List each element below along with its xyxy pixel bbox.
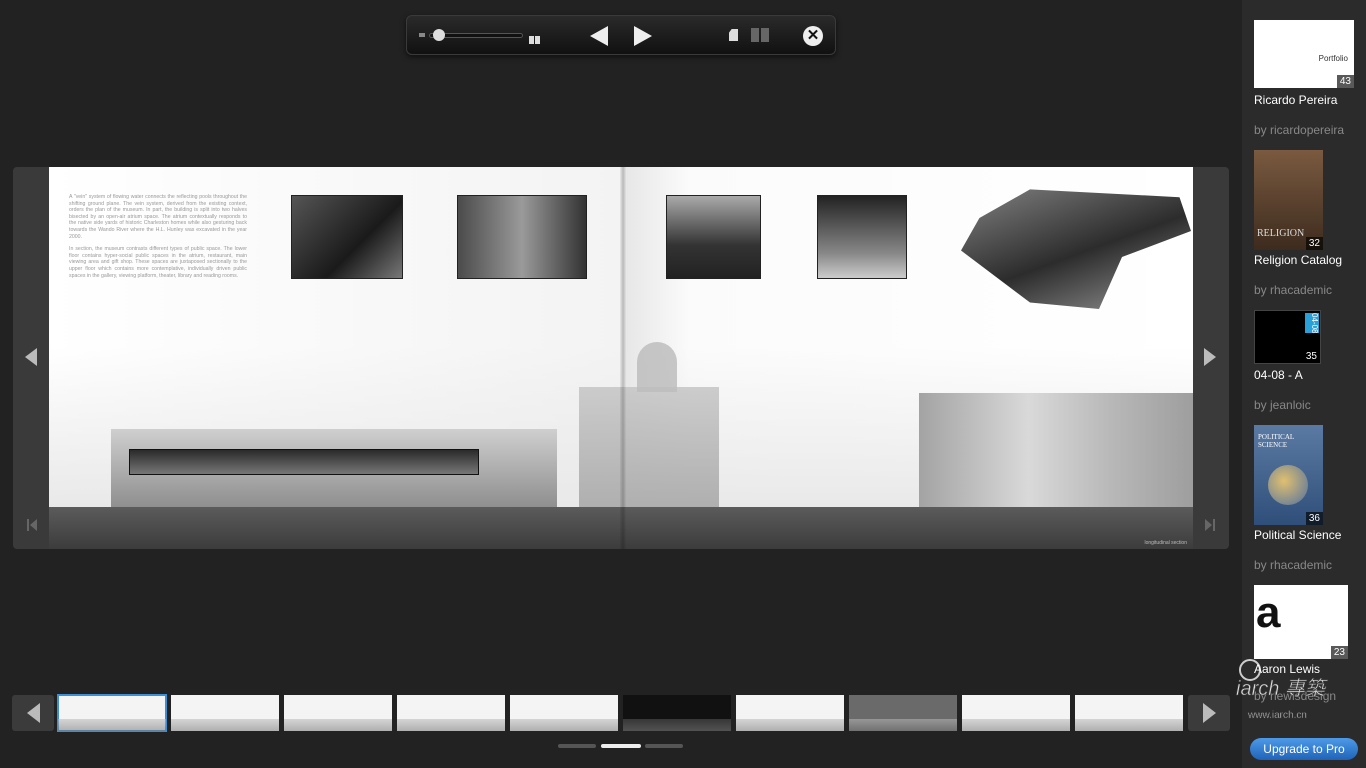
zoom-out-icon[interactable] [419,33,425,37]
thumbnail[interactable] [510,695,618,731]
publication-author[interactable]: by ricardopereira [1254,123,1344,137]
viewer-next-arrow-icon[interactable] [1204,348,1216,366]
thumbnail[interactable] [849,695,957,731]
previous-page-button[interactable] [590,26,608,46]
watermark-text: iarch 專築 [1236,678,1328,700]
publication-title[interactable]: Political Science [1254,528,1341,542]
publication-cover[interactable]: POLITICAL SCIENCE 36 [1254,425,1323,525]
thumbnails-prev-button[interactable] [12,695,54,731]
next-page-button[interactable] [634,26,652,46]
thumbnails-next-button[interactable] [1188,695,1230,731]
thumbnail[interactable] [284,695,392,731]
publication-author[interactable]: by rhacademic [1254,283,1332,297]
close-button[interactable]: ✕ [803,26,823,46]
iarch-watermark: iarch 專築 www.iarch.cn [1236,659,1328,721]
thumbnail[interactable] [962,695,1070,731]
page-body-text: A "vein" system of flowing water connect… [69,194,247,279]
thumbnail[interactable] [397,695,505,731]
plaza-render [666,195,761,279]
publication-cover[interactable]: 04-08 35 [1254,310,1321,364]
building-perspective [961,189,1191,309]
text-paragraph: A "vein" system of flowing water connect… [69,194,247,240]
pager-dot[interactable] [645,744,683,748]
section-caption: longitudinal section [1144,540,1187,546]
thumbnail[interactable] [57,694,167,732]
museum-glazing [129,449,479,475]
thumbnail[interactable] [171,695,279,731]
publication-title[interactable]: Ricardo Pereira [1254,93,1337,107]
publication-author[interactable]: by jeanloic [1254,398,1311,412]
double-page-view-icon[interactable] [751,28,769,42]
page-spread: A "vein" system of flowing water connect… [49,167,1193,549]
document-viewer: A "vein" system of flowing water connect… [13,167,1229,549]
page-fold [620,167,626,549]
publication-title[interactable]: 04-08 - A [1254,368,1303,382]
pager-dot-active[interactable] [601,744,641,748]
page-count: 32 [1305,237,1323,250]
zoom-in-icon[interactable] [529,31,541,49]
model-photo [291,195,403,279]
watermark-url: www.iarch.cn [1247,710,1307,721]
publication-title[interactable]: Religion Catalog [1254,253,1342,267]
zoom-slider-handle[interactable] [433,29,446,41]
publication-cover[interactable]: Portfolio 43 [1254,20,1354,88]
viewer-toolbar: ✕ [406,15,836,55]
historic-buildings [919,393,1193,507]
last-page-icon[interactable] [1205,519,1215,531]
courthouse-dome [637,342,677,392]
single-page-view-icon[interactable] [729,29,738,41]
globe-icon [1268,465,1308,505]
first-page-icon[interactable] [27,519,37,531]
courtyard-render [457,195,587,279]
courthouse-silhouette [579,387,719,507]
page-count: 43 [1336,75,1354,88]
thumbnail[interactable] [736,695,844,731]
stair-render [817,195,907,279]
upgrade-to-pro-button[interactable]: Upgrade to Pro [1250,738,1358,760]
thumbnail-strip [12,694,1230,732]
thumbnail[interactable] [1075,695,1183,731]
page-count: 35 [1302,350,1320,363]
text-paragraph: In section, the museum contrasts differe… [69,246,247,279]
viewer-prev-arrow-icon[interactable] [25,348,37,366]
publication-cover[interactable]: RELIGION 32 [1254,150,1323,250]
thumbnail[interactable] [623,695,731,731]
pager-dot[interactable] [558,744,596,748]
page-count: 36 [1305,512,1323,525]
publication-author[interactable]: by rhacademic [1254,558,1332,572]
